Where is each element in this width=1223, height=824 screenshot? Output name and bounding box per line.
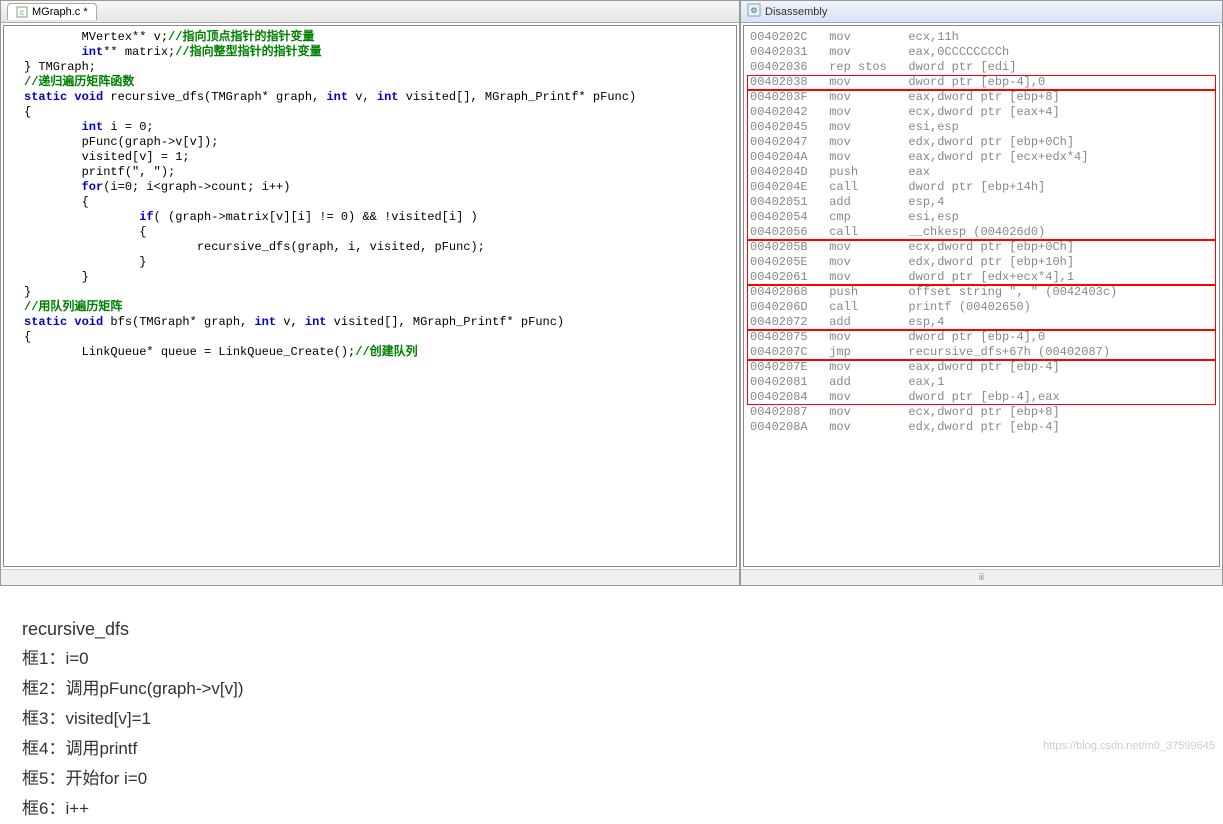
code-line: } — [24, 285, 728, 300]
code-line: { — [24, 225, 728, 240]
note-line: 框3：visited[v]=1 — [22, 704, 1201, 734]
scrollbar-horizontal[interactable]: ⅲ — [741, 569, 1222, 585]
disasm-row: 00402056 call __chkesp (004026d0) — [750, 225, 1213, 240]
code-line: } — [24, 255, 728, 270]
disasm-row: 00402087 mov ecx,dword ptr [ebp+8] — [750, 405, 1213, 420]
disasm-row: 0040202C mov ecx,11h — [750, 30, 1213, 45]
disasm-row: 0040206D call printf (00402650) — [750, 300, 1213, 315]
notes-area: recursive_dfs 框1：i=0框2：调用pFunc(graph->v[… — [0, 586, 1223, 824]
code-line: static void recursive_dfs(TMGraph* graph… — [24, 90, 728, 105]
disasm-row: 00402061 mov dword ptr [edx+ecx*4],1 — [750, 270, 1213, 285]
code-line: for(i=0; i<graph->count; i++) — [24, 180, 728, 195]
disassembly-icon: ⚙ — [747, 3, 761, 20]
note-line: 框4：调用printf — [22, 734, 1201, 764]
code-line: { — [24, 105, 728, 120]
file-tab[interactable]: c MGraph.c * — [7, 3, 97, 20]
disasm-row: 00402036 rep stos dword ptr [edi] — [750, 60, 1213, 75]
code-line: //递归遍历矩阵函数 — [24, 75, 728, 90]
disasm-row: 0040205E mov edx,dword ptr [ebp+10h] — [750, 255, 1213, 270]
tab-label: MGraph.c * — [32, 6, 88, 18]
disasm-row: 00402038 mov dword ptr [ebp-4],0 — [750, 75, 1213, 90]
scrollbar-horizontal[interactable] — [1, 569, 739, 585]
code-line: pFunc(graph->v[v]); — [24, 135, 728, 150]
code-line: static void bfs(TMGraph* graph, int v, i… — [24, 315, 728, 330]
code-line: visited[v] = 1; — [24, 150, 728, 165]
code-line: recursive_dfs(graph, i, visited, pFunc); — [24, 240, 728, 255]
note-line: 框6：i++ — [22, 794, 1201, 824]
disasm-row: 00402072 add esp,4 — [750, 315, 1213, 330]
code-line: LinkQueue* queue = LinkQueue_Create();//… — [24, 345, 728, 360]
disasm-row: 00402054 cmp esi,esp — [750, 210, 1213, 225]
disasm-row: 0040207E mov eax,dword ptr [ebp-4] — [750, 360, 1213, 375]
ide-window: c MGraph.c * MVertex** v;//指向顶点指针的指针变量 i… — [0, 0, 1223, 586]
source-pane: c MGraph.c * MVertex** v;//指向顶点指针的指针变量 i… — [1, 1, 741, 585]
note-line: 框1：i=0 — [22, 644, 1201, 674]
code-line: //用队列遍历矩阵 — [24, 300, 728, 315]
disasm-row: 00402075 mov dword ptr [ebp-4],0 — [750, 330, 1213, 345]
disasm-row: 0040207C jmp recursive_dfs+67h (00402087… — [750, 345, 1213, 360]
notes-title: recursive_dfs — [22, 614, 1201, 644]
code-editor[interactable]: MVertex** v;//指向顶点指针的指针变量 int** matrix;/… — [3, 25, 737, 567]
code-line: int** matrix;//指向整型指针的指针变量 — [24, 45, 728, 60]
disasm-row: 00402084 mov dword ptr [ebp-4],eax — [750, 390, 1213, 405]
code-line: { — [24, 195, 728, 210]
disasm-row: 00402068 push offset string ", " (004240… — [750, 285, 1213, 300]
code-line: if( (graph->matrix[v][i] != 0) && !visit… — [24, 210, 728, 225]
disasm-row: 00402047 mov edx,dword ptr [ebp+0Ch] — [750, 135, 1213, 150]
disasm-row: 0040203F mov eax,dword ptr [ebp+8] — [750, 90, 1213, 105]
disasm-row: 00402042 mov ecx,dword ptr [eax+4] — [750, 105, 1213, 120]
disasm-row: 0040204E call dword ptr [ebp+14h] — [750, 180, 1213, 195]
disassembly-pane: ⚙ Disassembly 0040202C mov ecx,11h004020… — [741, 1, 1222, 585]
note-line: 框5：开始for i=0 — [22, 764, 1201, 794]
code-line: } — [24, 270, 728, 285]
disasm-row: 00402031 mov eax,0CCCCCCCCh — [750, 45, 1213, 60]
code-line: printf(", "); — [24, 165, 728, 180]
disasm-row: 0040204D push eax — [750, 165, 1213, 180]
c-file-icon: c — [16, 6, 28, 18]
tab-bar: c MGraph.c * — [1, 1, 739, 23]
disassembly-title-bar: ⚙ Disassembly — [741, 1, 1222, 23]
watermark: https://blog.csdn.net/m0_37599645 — [1043, 740, 1215, 752]
svg-text:⚙: ⚙ — [750, 6, 757, 15]
disasm-row: 0040204A mov eax,dword ptr [ecx+edx*4] — [750, 150, 1213, 165]
disasm-row: 00402081 add eax,1 — [750, 375, 1213, 390]
code-line: MVertex** v;//指向顶点指针的指针变量 — [24, 30, 728, 45]
svg-text:c: c — [20, 8, 24, 17]
code-line: } TMGraph; — [24, 60, 728, 75]
disasm-row: 00402045 mov esi,esp — [750, 120, 1213, 135]
code-line: { — [24, 330, 728, 345]
disassembly-view[interactable]: 0040202C mov ecx,11h00402031 mov eax,0CC… — [743, 25, 1220, 567]
disasm-row: 00402051 add esp,4 — [750, 195, 1213, 210]
code-line: int i = 0; — [24, 120, 728, 135]
disassembly-title: Disassembly — [765, 6, 827, 18]
note-line: 框2：调用pFunc(graph->v[v]) — [22, 674, 1201, 704]
disasm-row: 0040205B mov ecx,dword ptr [ebp+0Ch] — [750, 240, 1213, 255]
disasm-row: 0040208A mov edx,dword ptr [ebp-4] — [750, 420, 1213, 435]
